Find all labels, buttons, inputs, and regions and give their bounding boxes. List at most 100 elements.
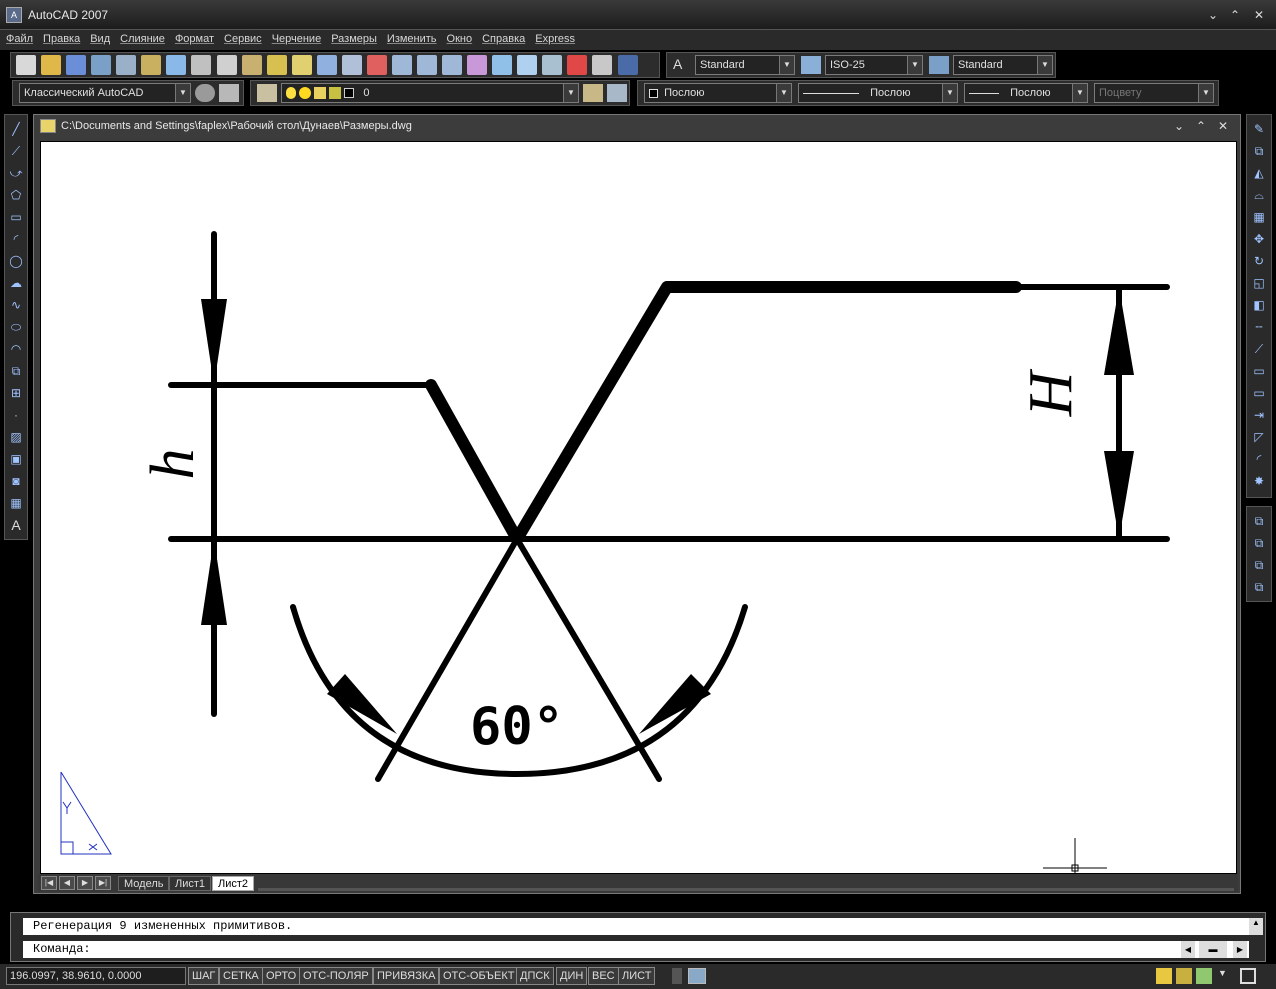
move-icon[interactable]: ✥: [1250, 230, 1268, 248]
make-current-layer-icon[interactable]: [583, 84, 603, 102]
zoom-realtime-icon[interactable]: [391, 55, 412, 75]
mirror-icon[interactable]: ◭: [1250, 164, 1268, 182]
open-folder-icon[interactable]: [41, 55, 62, 75]
next-tab-icon[interactable]: ▶: [77, 876, 93, 890]
ortho-toggle[interactable]: ОРТО: [262, 967, 301, 985]
lwt-toggle[interactable]: ВЕС: [588, 967, 619, 985]
polyline-icon[interactable]: ⤻: [7, 164, 25, 182]
menu-draw[interactable]: Черчение: [266, 30, 326, 45]
polygon-icon[interactable]: ⬠: [7, 186, 25, 204]
break-at-point-icon[interactable]: ▭: [1250, 362, 1268, 380]
line-icon[interactable]: ╱: [7, 120, 25, 138]
3d-dwf-icon[interactable]: [166, 55, 187, 75]
maximize-viewport-icon[interactable]: [688, 968, 706, 984]
grid-toggle[interactable]: СЕТКА: [219, 967, 263, 985]
status-menu-chevron-icon[interactable]: ▼: [1218, 968, 1230, 984]
text-style-icon[interactable]: A: [673, 56, 691, 74]
fillet-icon[interactable]: ◜: [1250, 450, 1268, 468]
command-scroll-thumb[interactable]: ▬: [1199, 941, 1227, 958]
redo-icon[interactable]: [341, 55, 362, 75]
ellipse-arc-icon[interactable]: ◠: [7, 340, 25, 358]
restore-icon[interactable]: ⌃: [1226, 7, 1244, 23]
arc-icon[interactable]: ◜: [7, 230, 25, 248]
menu-merge[interactable]: Слияние: [114, 30, 169, 45]
table-style-select[interactable]: Standard ▼: [953, 55, 1053, 75]
make-block-icon[interactable]: ⊞: [7, 384, 25, 402]
save-icon[interactable]: [66, 55, 87, 75]
circle-icon[interactable]: ◯: [7, 252, 25, 270]
command-scroll-left-icon[interactable]: ◀: [1181, 941, 1195, 958]
markup-icon[interactable]: [567, 55, 588, 75]
menu-dimension[interactable]: Размеры: [325, 30, 381, 45]
menu-express[interactable]: Express: [529, 30, 579, 45]
offset-icon[interactable]: ⌓: [1250, 186, 1268, 204]
coordinates-readout[interactable]: 196.0997, 38.9610, 0.0000: [6, 967, 186, 985]
erase-icon[interactable]: ✎: [1250, 120, 1268, 138]
break-icon[interactable]: ▭: [1250, 384, 1268, 402]
linetype-select[interactable]: Послою ▼: [798, 83, 958, 103]
zoom-window-icon[interactable]: [417, 55, 437, 75]
send-under-icon[interactable]: ⧉: [1250, 578, 1268, 596]
polar-toggle[interactable]: ОТС-ПОЛЯР: [299, 967, 373, 985]
color-select[interactable]: Послою ▼: [644, 83, 792, 103]
paste-icon[interactable]: [241, 55, 262, 75]
cut-icon[interactable]: [191, 55, 212, 75]
tab-sheet2[interactable]: Лист2: [212, 876, 255, 891]
last-tab-icon[interactable]: ▶|: [95, 876, 111, 890]
menu-help[interactable]: Справка: [476, 30, 529, 45]
layer-previous-icon[interactable]: [607, 84, 627, 102]
menu-file[interactable]: Файл: [0, 30, 37, 45]
first-tab-icon[interactable]: |◀: [41, 876, 57, 890]
clean-screen-icon[interactable]: [1240, 968, 1256, 984]
rectangle-icon[interactable]: ▭: [7, 208, 25, 226]
ellipse-icon[interactable]: ⬭: [7, 318, 25, 336]
revision-cloud-icon[interactable]: ☁: [7, 274, 25, 292]
region-icon[interactable]: ◙: [7, 472, 25, 490]
dim-style-icon[interactable]: [801, 56, 821, 74]
print-preview-icon[interactable]: [116, 55, 137, 75]
dim-style-select[interactable]: ISO-25 ▼: [825, 55, 923, 75]
paper-model-toggle[interactable]: ЛИСТ: [618, 967, 656, 985]
join-icon[interactable]: ⇥: [1250, 406, 1268, 424]
snap-toggle[interactable]: ШАГ: [188, 967, 220, 985]
workspace-settings-icon[interactable]: [195, 84, 215, 102]
drawing-close-icon[interactable]: ✕: [1214, 118, 1232, 134]
menu-tools[interactable]: Сервис: [218, 30, 266, 45]
construction-line-icon[interactable]: ⟋: [7, 142, 25, 160]
drawing-minimize-icon[interactable]: ⌄: [1170, 118, 1188, 134]
command-scroll-up-icon[interactable]: ▲: [1249, 918, 1263, 935]
spline-icon[interactable]: ∿: [7, 296, 25, 314]
lineweight-select[interactable]: Послою ▼: [964, 83, 1088, 103]
close-icon[interactable]: ✕: [1250, 7, 1268, 23]
zoom-previous-icon[interactable]: [442, 55, 463, 75]
comm-center-icon[interactable]: [1156, 968, 1172, 984]
workspace-save-icon[interactable]: [219, 84, 239, 102]
explode-icon[interactable]: ✸: [1250, 472, 1268, 490]
menu-modify[interactable]: Изменить: [381, 30, 441, 45]
dyn-toggle[interactable]: ДИН: [556, 967, 588, 985]
bring-above-icon[interactable]: ⧉: [1250, 556, 1268, 574]
drawing-restore-icon[interactable]: ⌃: [1192, 118, 1210, 134]
otrack-toggle[interactable]: ОТС-ОБЪЕКТ: [439, 967, 519, 985]
layer-select[interactable]: 0 ▼: [281, 83, 579, 103]
insert-block-icon[interactable]: ⧉: [7, 362, 25, 380]
menu-format[interactable]: Формат: [169, 30, 218, 45]
point-icon[interactable]: ·: [7, 406, 25, 424]
undo-icon[interactable]: [316, 55, 337, 75]
bring-to-front-icon[interactable]: ⧉: [1250, 512, 1268, 530]
trim-icon[interactable]: ╌: [1250, 318, 1268, 336]
command-scroll-right-icon[interactable]: ▶: [1233, 941, 1247, 958]
send-to-back-icon[interactable]: ⧉: [1250, 534, 1268, 552]
tool-palettes-icon[interactable]: [517, 55, 538, 75]
menu-edit[interactable]: Правка: [37, 30, 84, 45]
osnap-toggle[interactable]: ПРИВЯЗКА: [373, 967, 440, 985]
help-icon[interactable]: [617, 55, 638, 75]
copy-object-icon[interactable]: ⧉: [1250, 142, 1268, 160]
block-editor-icon[interactable]: [291, 55, 312, 75]
table-icon[interactable]: ▦: [7, 494, 25, 512]
rotate-icon[interactable]: ↻: [1250, 252, 1268, 270]
print-icon[interactable]: [91, 55, 112, 75]
gradient-icon[interactable]: ▣: [7, 450, 25, 468]
drawing-canvas[interactable]: h H 60°: [40, 141, 1237, 875]
new-file-icon[interactable]: [16, 55, 36, 75]
